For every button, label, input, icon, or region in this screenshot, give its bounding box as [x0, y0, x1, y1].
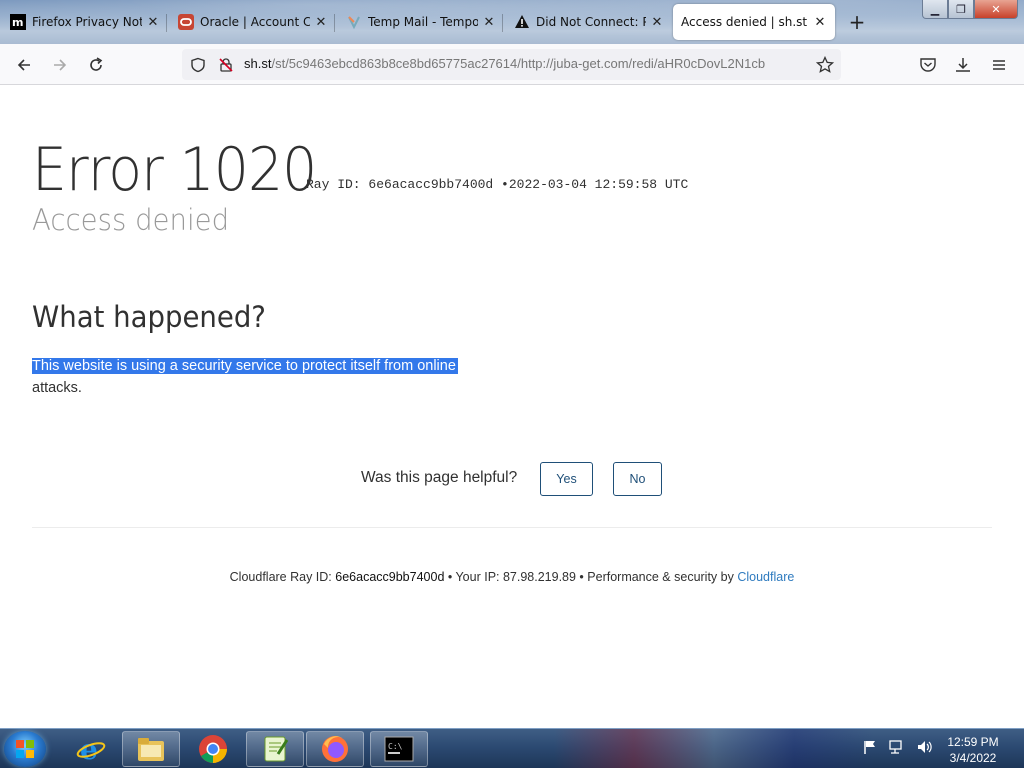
url-text[interactable]: sh.st/st/5c9463ebcd863b8ce8bd65775ac2761…: [244, 56, 806, 71]
paragraph-continuation: attacks.: [32, 380, 82, 396]
system-tray: [862, 739, 934, 755]
tab-separator: [502, 14, 503, 32]
download-icon: [956, 58, 970, 72]
page-content: Error 1020 Ray ID: 6e6acacc9bb7400d •202…: [0, 85, 1024, 728]
warning-icon: [514, 14, 530, 30]
tab-did-not-connect[interactable]: Did Not Connect: Po ✕: [506, 4, 672, 40]
url-host: sh.st: [244, 56, 272, 71]
url-path: /st/5c9463ebcd863b8ce8bd65775ac27614/htt…: [271, 56, 766, 71]
close-icon[interactable]: ✕: [813, 15, 827, 30]
error-title: Error 1020: [32, 135, 317, 205]
yes-button[interactable]: Yes: [540, 462, 593, 496]
windows-logo-icon: [16, 740, 34, 758]
network-icon[interactable]: [888, 739, 906, 755]
address-bar[interactable]: sh.st/st/5c9463ebcd863b8ce8bd65775ac2761…: [182, 49, 841, 80]
back-arrow-icon: [17, 59, 30, 71]
helpful-question: Was this page helpful?: [361, 469, 518, 486]
footer-ip-text: • Your IP: 87.98.219.89 • Performance & …: [444, 570, 738, 584]
mozilla-icon: m: [10, 14, 26, 30]
menu-button[interactable]: [987, 53, 1011, 77]
chrome-icon[interactable]: [184, 731, 242, 767]
divider: [32, 527, 992, 528]
what-happened-heading: What happened?: [32, 300, 266, 334]
forward-button[interactable]: [48, 53, 72, 77]
explanation-paragraph: This website is using a security service…: [32, 355, 482, 399]
timestamp: 2022-03-04 12:59:58 UTC: [508, 177, 689, 192]
tab-label: Access denied | sh.st use: [681, 15, 809, 29]
footer-ray-prefix: Cloudflare Ray ID:: [229, 570, 336, 584]
window-controls: ▁ ❐ ✕: [922, 0, 1018, 20]
hamburger-menu-icon: [993, 60, 1005, 70]
reload-button[interactable]: [84, 53, 108, 77]
tab-separator: [334, 14, 335, 32]
close-icon[interactable]: ✕: [650, 15, 664, 30]
tab-label: Temp Mail - Tempor: [368, 15, 478, 29]
volume-icon[interactable]: [916, 739, 934, 755]
system-clock[interactable]: 12:59 PM 3/4/2022: [940, 734, 1006, 766]
cmd-icon[interactable]: C:\: [370, 731, 428, 767]
no-button[interactable]: No: [613, 462, 662, 496]
oracle-icon: [178, 14, 194, 30]
downloads-button[interactable]: [951, 53, 975, 77]
insecure-lock-icon[interactable]: [217, 56, 235, 74]
tab-temp-mail[interactable]: Temp Mail - Tempor ✕: [338, 4, 504, 40]
forward-arrow-icon: [54, 59, 67, 71]
ray-id-line: Ray ID: 6e6acacc9bb7400d •2022-03-04 12:…: [306, 177, 688, 192]
svg-text:C:\: C:\: [388, 742, 403, 751]
back-button[interactable]: [12, 53, 36, 77]
tab-access-denied[interactable]: Access denied | sh.st use ✕: [673, 4, 835, 40]
action-center-flag-icon[interactable]: [862, 739, 878, 755]
notepadpp-icon[interactable]: [246, 731, 304, 767]
windows-taskbar: e C:\ 12:59 PM 3/4/2022: [0, 728, 1024, 768]
clock-date: 3/4/2022: [949, 751, 997, 765]
shield-icon[interactable]: [189, 56, 207, 74]
minimize-button[interactable]: ▁: [922, 0, 948, 19]
tab-label: Firefox Privacy Notice: [32, 15, 142, 29]
close-icon[interactable]: ✕: [482, 15, 496, 30]
svg-text:m: m: [12, 16, 23, 29]
tab-label: Did Not Connect: Po: [536, 15, 646, 29]
tab-firefox-privacy[interactable]: m Firefox Privacy Notice ✕: [2, 4, 168, 40]
file-explorer-icon[interactable]: [122, 731, 180, 767]
bookmark-star-icon[interactable]: [816, 56, 834, 74]
firefox-icon[interactable]: [306, 731, 364, 767]
close-icon[interactable]: ✕: [314, 15, 328, 30]
tab-label: Oracle | Account Con: [200, 15, 310, 29]
footer: Cloudflare Ray ID: 6e6acacc9bb7400d • Yo…: [0, 570, 1024, 584]
error-subtitle: Access denied: [32, 203, 230, 237]
cloudflare-link[interactable]: Cloudflare: [737, 570, 794, 584]
close-window-button[interactable]: ✕: [974, 0, 1018, 19]
reload-icon: [90, 57, 103, 71]
footer-ray-id: 6e6acacc9bb7400d: [335, 570, 445, 584]
close-icon[interactable]: ✕: [146, 15, 160, 30]
start-button[interactable]: [4, 731, 46, 767]
selected-text: This website is using a security service…: [32, 358, 458, 374]
bullet-separator: •: [501, 177, 509, 192]
tempmail-icon: [346, 14, 362, 30]
pocket-icon: [920, 58, 936, 72]
tab-separator: [166, 14, 167, 32]
tab-bar: m Firefox Privacy Notice ✕ Oracle | Acco…: [0, 0, 1024, 44]
navigation-toolbar: sh.st/st/5c9463ebcd863b8ce8bd65775ac2761…: [0, 44, 1024, 85]
restore-button[interactable]: ❐: [948, 0, 974, 19]
internet-explorer-icon[interactable]: e: [62, 731, 120, 767]
ray-id-text: Ray ID: 6e6acacc9bb7400d: [306, 177, 494, 192]
tab-oracle[interactable]: Oracle | Account Con ✕: [170, 4, 336, 40]
clock-time: 12:59 PM: [947, 735, 999, 749]
new-tab-button[interactable]: +: [846, 10, 868, 34]
pocket-button[interactable]: [916, 53, 940, 77]
